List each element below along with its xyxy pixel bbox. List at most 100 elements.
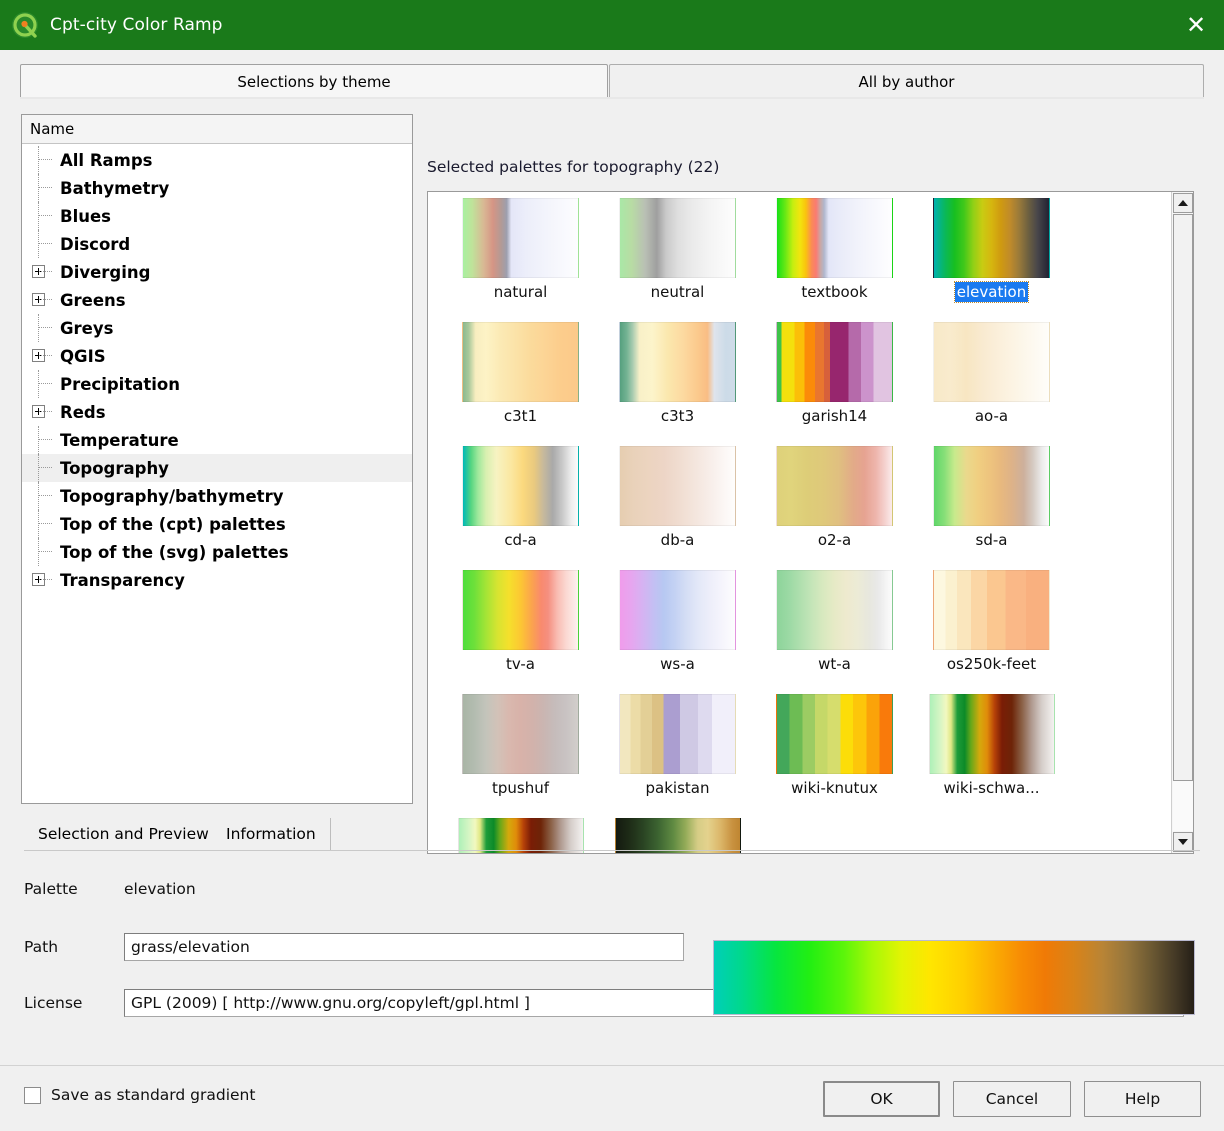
expand-plus-icon[interactable]	[32, 573, 45, 586]
palette-swatch[interactable]	[776, 322, 893, 402]
tree-item-top-of-the-svg-palettes[interactable]: Top of the (svg) palettes	[22, 538, 412, 566]
palette-swatch[interactable]	[776, 570, 893, 650]
tree-item-greys[interactable]: Greys	[22, 314, 412, 342]
palette-cell[interactable]: cd-a	[442, 446, 599, 564]
palette-name-label[interactable]: elevation	[955, 282, 1028, 302]
palette-name-label[interactable]: textbook	[799, 282, 869, 302]
tree-item-reds[interactable]: Reds	[22, 398, 412, 426]
palette-swatch[interactable]	[462, 570, 579, 650]
tab-selection-and-preview[interactable]: Selection and Preview	[24, 818, 224, 850]
expand-plus-icon[interactable]	[30, 398, 60, 426]
palette-swatch[interactable]	[619, 694, 736, 774]
palette-cell[interactable]: pakistan	[599, 694, 756, 812]
path-input[interactable]: grass/elevation	[124, 933, 684, 961]
palette-cell[interactable]: elevation	[913, 198, 1070, 316]
palette-cell[interactable]: wiki-knutux	[756, 694, 913, 812]
tab-selections-by-theme[interactable]: Selections by theme	[20, 64, 608, 98]
help-button[interactable]: Help	[1084, 1081, 1201, 1117]
palette-name-label[interactable]: neutral	[649, 282, 707, 302]
palette-swatch[interactable]	[933, 198, 1050, 278]
expand-plus-icon[interactable]	[32, 293, 45, 306]
tree-item-topography[interactable]: Topography	[22, 454, 412, 482]
palette-swatch[interactable]	[619, 446, 736, 526]
palette-swatch[interactable]	[462, 446, 579, 526]
close-icon[interactable]: ✕	[1168, 0, 1224, 50]
palette-cell[interactable]: textbook	[756, 198, 913, 316]
scrollbar-thumb[interactable]	[1173, 214, 1193, 781]
expand-plus-icon[interactable]	[30, 258, 60, 286]
expand-plus-icon[interactable]	[32, 349, 45, 362]
palette-swatch[interactable]	[462, 322, 579, 402]
tree-item-discord[interactable]: Discord	[22, 230, 412, 258]
tree-item-topography-bathymetry[interactable]: Topography/bathymetry	[22, 482, 412, 510]
palette-name-label[interactable]: ws-a	[658, 654, 697, 674]
palette-swatch[interactable]	[776, 446, 893, 526]
expand-plus-icon[interactable]	[32, 265, 45, 278]
palette-name-label[interactable]: tv-a	[504, 654, 537, 674]
tab-information[interactable]: Information	[212, 818, 331, 850]
scrollbar-track[interactable]	[1173, 214, 1193, 831]
tree-item-all-ramps[interactable]: All Ramps	[22, 146, 412, 174]
palette-cell[interactable]: wt-a	[756, 570, 913, 688]
palette-name-label[interactable]: garish14	[800, 406, 869, 426]
ok-button[interactable]: OK	[823, 1081, 940, 1117]
palette-cell[interactable]: natural	[442, 198, 599, 316]
palette-name-label[interactable]: cd-a	[502, 530, 538, 550]
cancel-button[interactable]: Cancel	[953, 1081, 1071, 1117]
save-as-standard-gradient-checkbox[interactable]: Save as standard gradient	[24, 1086, 255, 1104]
palette-cell[interactable]: neutral	[599, 198, 756, 316]
tree-item-temperature[interactable]: Temperature	[22, 426, 412, 454]
checkbox-box-icon[interactable]	[24, 1087, 41, 1104]
palette-cell[interactable]: tpushuf	[442, 694, 599, 812]
palette-name-label[interactable]: tpushuf	[490, 778, 551, 798]
palette-swatch[interactable]	[933, 446, 1050, 526]
tree-item-transparency[interactable]: Transparency	[22, 566, 412, 594]
palette-name-label[interactable]: natural	[492, 282, 550, 302]
palette-swatch[interactable]	[933, 570, 1050, 650]
palette-name-label[interactable]: wiki-schwa...	[941, 778, 1041, 798]
palette-name-label[interactable]: sd-a	[974, 530, 1010, 550]
palette-cell[interactable]: c3t1	[442, 322, 599, 440]
palette-cell[interactable]: wiki-schwa...	[913, 694, 1070, 812]
palette-cell[interactable]: o2-a	[756, 446, 913, 564]
palette-name-label[interactable]: os250k-feet	[945, 654, 1038, 674]
expand-plus-icon[interactable]	[32, 405, 45, 418]
scroll-up-icon[interactable]	[1173, 193, 1193, 213]
palette-swatch[interactable]	[619, 322, 736, 402]
palette-name-label[interactable]: ao-a	[973, 406, 1010, 426]
tree-item-greens[interactable]: Greens	[22, 286, 412, 314]
palette-name-label[interactable]: db-a	[659, 530, 697, 550]
tree-item-precipitation[interactable]: Precipitation	[22, 370, 412, 398]
palette-name-label[interactable]: c3t3	[659, 406, 696, 426]
palette-cell[interactable]: ao-a	[913, 322, 1070, 440]
palette-cell[interactable]: tv-a	[442, 570, 599, 688]
palette-name-label[interactable]: wt-a	[816, 654, 853, 674]
palette-swatch[interactable]	[462, 198, 579, 278]
palette-swatch[interactable]	[933, 322, 1050, 402]
palette-cell[interactable]: ws-a	[599, 570, 756, 688]
palette-name-label[interactable]: o2-a	[816, 530, 853, 550]
palette-vertical-scrollbar[interactable]	[1171, 192, 1193, 853]
palette-swatch[interactable]	[619, 570, 736, 650]
tree-item-top-of-the-cpt-palettes[interactable]: Top of the (cpt) palettes	[22, 510, 412, 538]
palette-name-label[interactable]: c3t1	[502, 406, 539, 426]
palette-cell[interactable]: garish14	[756, 322, 913, 440]
tree-item-blues[interactable]: Blues	[22, 202, 412, 230]
tab-all-by-author[interactable]: All by author	[609, 64, 1204, 98]
palette-cell[interactable]: sd-a	[913, 446, 1070, 564]
palette-name-label[interactable]: wiki-knutux	[789, 778, 880, 798]
palette-cell[interactable]: c3t3	[599, 322, 756, 440]
tree-item-bathymetry[interactable]: Bathymetry	[22, 174, 412, 202]
expand-plus-icon[interactable]	[30, 566, 60, 594]
expand-plus-icon[interactable]	[30, 342, 60, 370]
palette-cell[interactable]: os250k-feet	[913, 570, 1070, 688]
palette-cell[interactable]: db-a	[599, 446, 756, 564]
palette-swatch[interactable]	[462, 694, 579, 774]
palette-swatch[interactable]	[929, 694, 1055, 774]
palette-swatch[interactable]	[776, 198, 893, 278]
tree-item-diverging[interactable]: Diverging	[22, 258, 412, 286]
palette-swatch[interactable]	[776, 694, 893, 774]
palette-name-label[interactable]: pakistan	[644, 778, 712, 798]
tree-item-qgis[interactable]: QGIS	[22, 342, 412, 370]
palette-swatch[interactable]	[619, 198, 736, 278]
